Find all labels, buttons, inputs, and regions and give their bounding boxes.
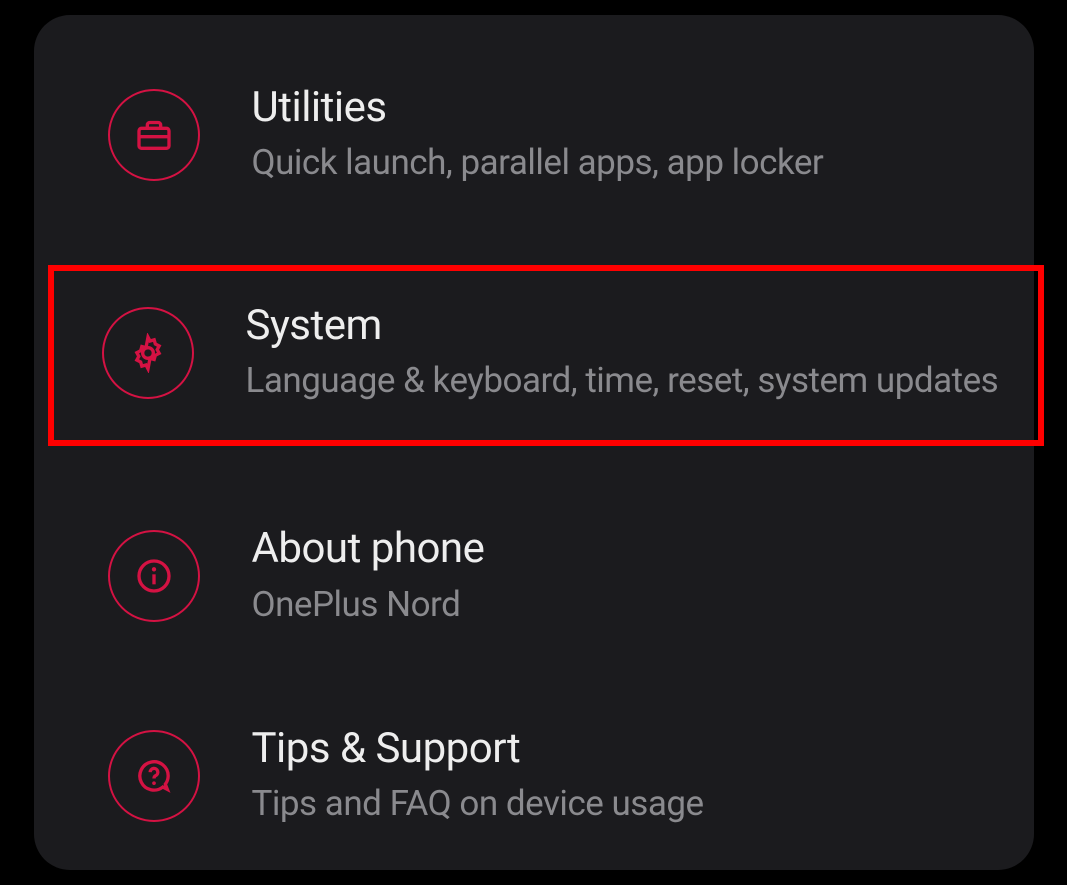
question-icon	[108, 730, 200, 822]
settings-item-text: Tips & Support Tips and FAQ on device us…	[252, 724, 974, 828]
info-icon	[108, 530, 200, 622]
settings-item-subtitle: Language & keyboard, time, reset, system…	[246, 357, 1004, 404]
settings-item-subtitle: OnePlus Nord	[252, 581, 974, 628]
gear-icon	[102, 307, 194, 399]
settings-item-about-phone[interactable]: About phone OnePlus Nord	[54, 506, 1014, 646]
settings-item-subtitle: Tips and FAQ on device usage	[252, 780, 974, 827]
settings-item-text: System Language & keyboard, time, reset,…	[246, 301, 1004, 405]
settings-item-title: Tips & Support	[252, 724, 974, 774]
settings-item-text: About phone OnePlus Nord	[252, 524, 974, 628]
briefcase-icon	[108, 89, 200, 181]
settings-item-title: Utilities	[252, 83, 974, 133]
settings-item-system[interactable]: System Language & keyboard, time, reset,…	[48, 265, 1044, 447]
settings-item-text: Utilities Quick launch, parallel apps, a…	[252, 83, 974, 187]
settings-item-utilities[interactable]: Utilities Quick launch, parallel apps, a…	[54, 65, 1014, 205]
settings-panel: Utilities Quick launch, parallel apps, a…	[34, 15, 1034, 870]
settings-item-tips-support[interactable]: Tips & Support Tips and FAQ on device us…	[54, 706, 1014, 846]
settings-item-title: About phone	[252, 524, 974, 574]
settings-item-subtitle: Quick launch, parallel apps, app locker	[252, 139, 974, 186]
settings-item-title: System	[246, 301, 1004, 351]
